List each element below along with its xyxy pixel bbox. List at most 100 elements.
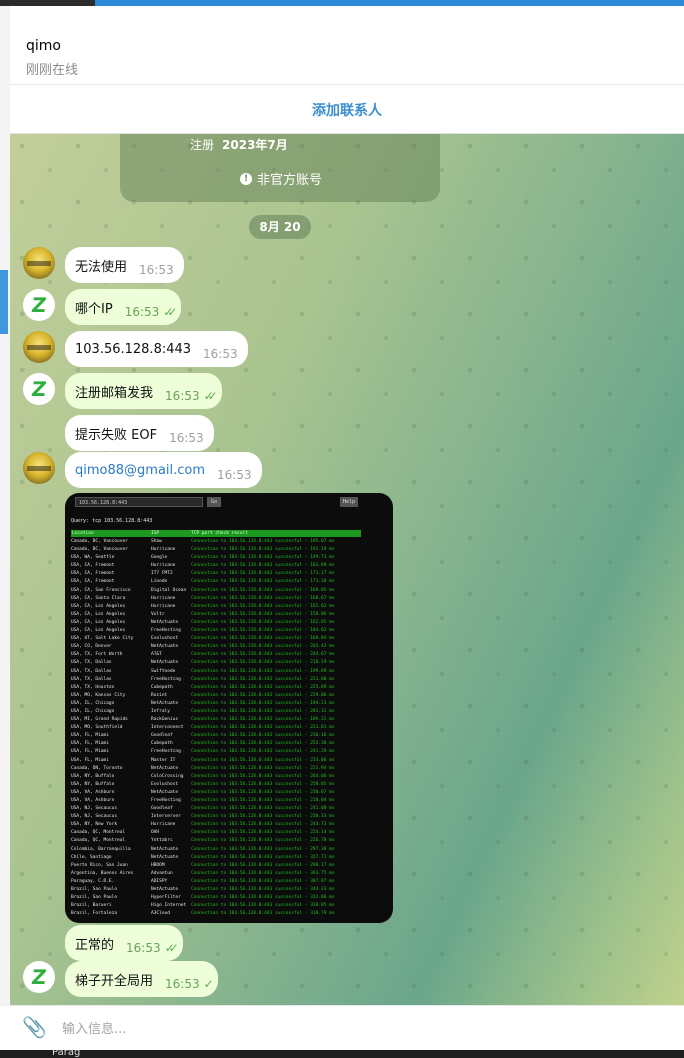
screenshot-table-row: USA, IL, Chicago Infraly Connection to 103… — [71, 708, 371, 716]
message-input[interactable] — [60, 1014, 664, 1044]
cell-location: USA, UT, Salt Lake City — [71, 636, 134, 642]
screenshot-table-row: USA, UT, Salt Lake City Evolushost Connect… — [71, 635, 371, 643]
cell-isp: Cubepath — [151, 741, 173, 747]
column-result: TCP port check result — [191, 531, 248, 536]
screenshot-table-row: USA, FL, Miami Master IT Connection to 103… — [71, 757, 371, 765]
cell-isp: Evolushost — [151, 636, 179, 642]
cell-result: Connection to 103.56.128.8:443 successfu… — [191, 903, 335, 909]
scroll-marker[interactable] — [0, 270, 8, 334]
cell-location: USA, NJ, Secaucus — [71, 806, 118, 812]
message-bubble-outgoing[interactable]: 正常的 16:53 ✓✓ — [65, 925, 183, 961]
cell-isp: Yottabrc — [151, 838, 173, 844]
message-bubble-incoming[interactable]: 提示失败 EOF 16:53 — [65, 415, 214, 451]
cell-location: Brazil, Barueri — [71, 903, 112, 909]
cell-isp: NetActuate — [151, 765, 179, 771]
cell-location: Puerto Rico, San Juan — [71, 862, 128, 868]
screenshot-table-row: USA, CA, Los Angeles Vultr Connection to 1… — [71, 611, 371, 619]
cell-location: USA, CA, Los Angeles — [71, 628, 126, 634]
cell-result: Connection to 103.56.128.8:443 successfu… — [191, 781, 335, 787]
message-text: 梯子开全局用 — [75, 973, 154, 989]
cell-isp: FreeHosting — [151, 749, 181, 755]
cell-result: Connection to 103.56.128.8:443 successfu… — [191, 878, 335, 884]
screenshot-table-row: Canada, ON, Toronto NetActuate Connection … — [71, 765, 371, 773]
cell-location: USA, FL, Miami — [71, 757, 109, 763]
cell-result: Connection to 103.56.128.8:443 successfu… — [191, 757, 335, 763]
cell-isp: Shaw — [151, 539, 162, 544]
screenshot-table-row: USA, MI, Grand Rapids RackGenius Connectio… — [71, 716, 371, 724]
cell-result: Connection to 103.56.128.8:443 successfu… — [191, 854, 335, 860]
email-link[interactable]: qimo88@gmail.com — [75, 463, 205, 478]
cell-result: Connection to 103.56.128.8:443 successfu… — [191, 692, 335, 698]
chat-header[interactable]: qimo 刚刚在线 — [10, 6, 684, 85]
cell-isp: OVH — [151, 830, 160, 836]
message-bubble-incoming[interactable]: qimo88@gmail.com 16:53 — [65, 452, 262, 488]
screenshot-table-header: Location ISP TCP port check result — [71, 530, 361, 537]
screenshot-table-row: USA, CA, Santa Clara Hurricane Connection … — [71, 595, 371, 603]
cell-isp: FreeHosting — [151, 628, 181, 634]
cell-isp: Hurricane — [151, 603, 176, 609]
cell-isp: Interconnect — [151, 725, 184, 731]
cell-result: Connection to 103.56.128.8:443 successfu… — [191, 838, 335, 844]
message-text: 103.56.128.8:443 — [75, 341, 192, 357]
cell-isp: Swiftnode — [151, 668, 176, 674]
cell-isp: NetActuate — [151, 887, 179, 893]
message-bubble-outgoing[interactable]: 梯子开全局用 16:53 ✓ — [65, 961, 218, 997]
my-avatar[interactable]: Z — [23, 373, 55, 405]
contact-avatar[interactable] — [23, 247, 55, 279]
screenshot-table-row: USA, MO, Kansas City Rozint Connection to … — [71, 692, 371, 700]
add-contact-button[interactable]: 添加联系人 — [312, 100, 382, 120]
message-bubble-incoming[interactable]: 无法使用 16:53 — [65, 247, 184, 283]
screenshot-table-row: Canada, QC, Montreal Yottabrc Connection t… — [71, 837, 371, 845]
screenshot-table-row: Canada, QC, Montreal OVH Connection to 103… — [71, 829, 371, 837]
message-time: 16:53 — [139, 263, 174, 277]
cell-result: Connection to 103.56.128.8:443 successfu… — [191, 700, 335, 706]
cell-result: Connection to 103.56.128.8:443 successfu… — [191, 668, 335, 674]
cell-result: Connection to 103.56.128.8:443 successfu… — [191, 806, 335, 812]
cell-location: USA, CA, Fremont — [71, 579, 115, 585]
message-bubble-outgoing[interactable]: 哪个IP 16:53 ✓✓ — [65, 289, 182, 325]
cell-location: USA, CA, San Francisco — [71, 587, 131, 593]
screenshot-table-row: USA, FL, Miami Cubepath Connection to 103.… — [71, 740, 371, 748]
cell-isp: Rozint — [151, 692, 168, 698]
message-composer: 📎 — [10, 1005, 684, 1051]
cell-location: USA, TX, Dallas — [71, 660, 112, 666]
cell-result: Connection to 103.56.128.8:443 successfu… — [191, 887, 335, 893]
read-ticks-icon: ✓✓ — [164, 941, 179, 955]
cell-isp: ADISPY — [151, 878, 168, 884]
cell-location: Brazil, Fortaleza — [71, 911, 118, 917]
cell-location: USA, NJ, Secaucus — [71, 814, 118, 820]
screenshot-table-row: USA, VA, Ashburn NetActuate Connection to … — [71, 789, 371, 797]
contact-avatar[interactable] — [23, 452, 55, 484]
attach-icon[interactable]: 📎 — [22, 1016, 47, 1038]
register-label: 注册 — [190, 138, 215, 152]
cell-location: Chile, Santiago — [71, 854, 112, 860]
message-bubble-outgoing[interactable]: 注册邮箱发我 16:53 ✓✓ — [65, 373, 222, 409]
my-avatar[interactable]: Z — [23, 289, 55, 321]
screenshot-table-row: USA, NJ, Secaucus Goodleaf Connection to 1… — [71, 805, 371, 813]
add-contact-bar: 添加联系人 — [10, 85, 684, 134]
cell-isp: A3Cloud — [151, 911, 170, 917]
cell-isp: NetActuate — [151, 660, 179, 666]
cell-location: USA, CA, Los Angeles — [71, 603, 126, 609]
message-bubble-incoming[interactable]: 103.56.128.8:443 16:53 — [65, 331, 248, 367]
cell-isp: Hurricane — [151, 547, 176, 553]
screenshot-table-row: USA, TX, Dallas Swiftnode Connection to 10… — [71, 668, 371, 676]
cell-result: Connection to 103.56.128.8:443 successfu… — [191, 676, 335, 682]
cell-location: USA, NY, New York — [71, 822, 118, 828]
my-avatar[interactable]: Z — [23, 961, 55, 993]
cell-result: Connection to 103.56.128.8:443 successfu… — [191, 644, 335, 650]
image-message-screenshot[interactable]: 103.56.128.8:443 Go Help Query: tcp 103.… — [65, 493, 393, 923]
contact-avatar[interactable] — [23, 331, 55, 363]
screenshot-table-row: USA, NY, Buffalo ColoCrossing Connection t… — [71, 773, 371, 781]
cell-isp: NetActuate — [151, 846, 179, 852]
cell-result: Connection to 103.56.128.8:443 successfu… — [191, 539, 335, 544]
register-info: 注册 2023年7月 — [190, 136, 288, 153]
cell-location: USA, VA, Ashburn — [71, 798, 115, 803]
cell-result: Connection to 103.56.128.8:443 successfu… — [191, 563, 335, 569]
chat-area[interactable]: 注册 2023年7月 ! 非官方账号 8月 20 无法使用 16:53 Z 哪个IP… — [10, 134, 684, 1005]
taskbar-item[interactable]: Parag — [52, 1050, 80, 1058]
cell-result: Connection to 103.56.128.8:443 successfu… — [191, 725, 335, 731]
cell-result: Connection to 103.56.128.8:443 successfu… — [191, 595, 335, 601]
z-logo-icon: Z — [30, 293, 48, 317]
screenshot-table-row: USA, TX, Dallas FreeHosting Connection to … — [71, 676, 371, 684]
